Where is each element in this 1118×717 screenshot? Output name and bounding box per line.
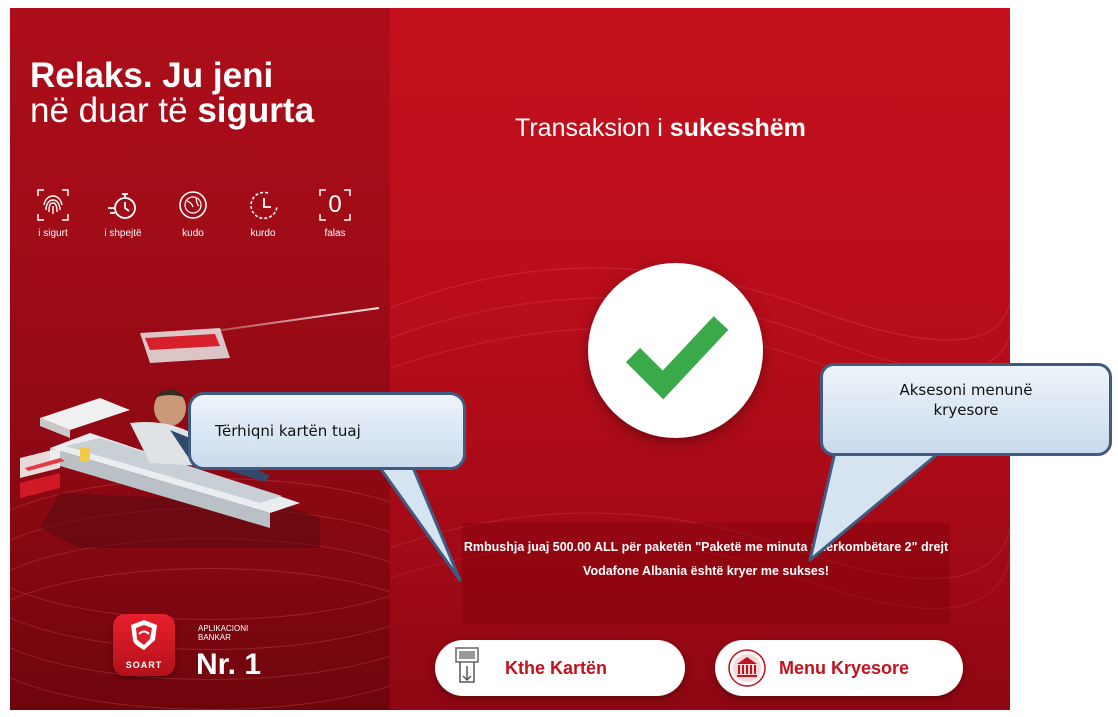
app-logo-text: SOART xyxy=(125,660,163,670)
headline-line1: Relaks. Ju jeni xyxy=(30,56,274,95)
promo-headline: Relaks. Ju jeni në duar të sigurta xyxy=(30,58,314,128)
stopwatch-icon xyxy=(108,193,136,219)
promo-panel: Relaks. Ju jeni në duar të sigurta i sig… xyxy=(10,8,390,710)
feature-anytime: kurdo xyxy=(228,188,298,239)
feature-label: kudo xyxy=(182,228,204,239)
feature-label: i shpejtë xyxy=(104,228,142,239)
checkmark-icon xyxy=(625,316,729,400)
atm-screen: Relaks. Ju jeni në duar të sigurta i sig… xyxy=(10,8,1010,710)
headline-emphasis: sigurta xyxy=(197,91,315,130)
status-message: Rmbushja juaj 500.00 ALL për paketën "Pa… xyxy=(462,523,950,623)
callout-main-menu: Aksesoni menunë kryesore xyxy=(820,363,1112,456)
fingerprint-icon xyxy=(37,189,69,221)
callout-withdraw-card: Tërhiqni kartën tuaj xyxy=(188,392,466,470)
main-menu-label: Menu Kryesore xyxy=(779,657,910,678)
headline-prefix: në duar të xyxy=(30,91,198,130)
card-eject-icon xyxy=(445,646,489,690)
zero-icon: 0 xyxy=(318,188,352,222)
success-check xyxy=(588,263,763,438)
bank-icon xyxy=(725,646,769,690)
callout-card-text: Tërhiqni kartën tuaj xyxy=(215,422,361,440)
feature-anywhere: kudo xyxy=(158,188,228,239)
feature-label: i sigurt xyxy=(38,228,68,239)
app-caption-line2: BANKAR xyxy=(198,633,231,642)
app-logo: SOART xyxy=(113,614,175,676)
page-title: Transaksion i sukesshëm xyxy=(515,114,806,143)
feature-label: kurdo xyxy=(250,228,276,239)
feature-fast: i shpejtë xyxy=(88,188,158,239)
feature-label: falas xyxy=(324,228,346,239)
callout-menu-line1: Aksesoni menunë xyxy=(899,381,1033,399)
main-menu-button[interactable]: Menu Kryesore xyxy=(715,640,963,696)
headline-line2: në duar të sigurta xyxy=(30,93,314,128)
feature-secure: i sigurt xyxy=(18,188,88,239)
title-prefix: Transaksion i xyxy=(515,114,670,142)
app-caption: APLIKACIONI BANKAR xyxy=(198,624,248,642)
feature-free: 0 falas xyxy=(300,188,370,239)
return-card-label: Kthe Kartën xyxy=(505,657,608,678)
app-rank: Nr. 1 xyxy=(196,648,262,681)
return-card-button[interactable]: Kthe Kartën xyxy=(435,640,685,696)
app-caption-line1: APLIKACIONI xyxy=(198,624,249,633)
shield-icon xyxy=(131,620,157,650)
callout-menu-line2: kryesore xyxy=(933,401,999,419)
clock-icon xyxy=(250,191,278,220)
title-emphasis: sukesshëm xyxy=(669,114,806,142)
globe-icon xyxy=(179,191,207,219)
